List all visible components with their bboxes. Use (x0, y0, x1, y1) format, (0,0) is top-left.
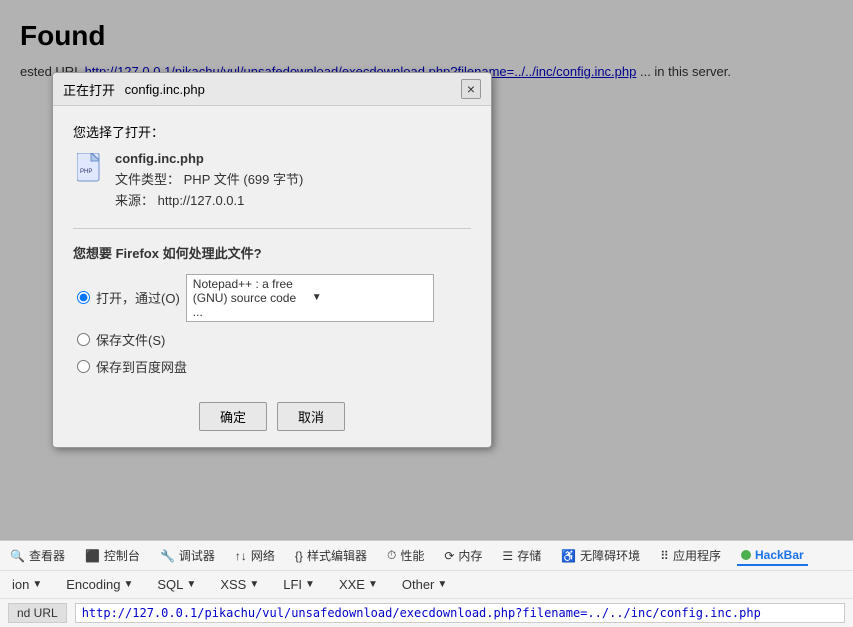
hackbar-sql-label: SQL (157, 577, 183, 592)
network-label: 网络 (251, 547, 275, 564)
file-type-value: PHP 文件 (699 字节) (184, 172, 304, 187)
hackbar-menu-other[interactable]: Other ▼ (398, 575, 451, 594)
accessibility-icon: ♿ (561, 549, 576, 563)
hackbar-menu-lfi[interactable]: LFI ▼ (279, 575, 319, 594)
file-details: config.inc.php 文件类型： PHP 文件 (699 字节) 来源：… (115, 151, 303, 212)
hackbar-label: HackBar (755, 548, 804, 562)
hackbar-xss-label: XSS (220, 577, 246, 592)
debugger-label: 调试器 (179, 547, 215, 564)
devtools-storage[interactable]: ☰ 存储 (498, 545, 545, 566)
lfi-arrow-icon: ▼ (305, 579, 315, 590)
console-label: 控制台 (104, 547, 140, 564)
question-label: 您想要 Firefox 如何处理此文件? (73, 243, 471, 262)
app-dropdown-text: Notepad++ : a free (GNU) source code ... (193, 277, 308, 319)
apps-icon: ⠿ (660, 549, 669, 563)
inspector-icon: 🔍 (10, 549, 25, 563)
accessibility-label: 无障碍环境 (580, 547, 640, 564)
style-editor-icon: {} (295, 549, 303, 563)
file-meta: 文件类型： PHP 文件 (699 字节) 来源： http://127.0.0… (115, 170, 303, 212)
console-icon: ⬛ (85, 549, 100, 563)
hackbar-encoding-label: Encoding (66, 577, 120, 592)
dialog-footer: 确定 取消 (53, 392, 491, 447)
hackbar-other-label: Other (402, 577, 435, 592)
devtools-inspector[interactable]: 🔍 查看器 (6, 545, 69, 566)
dialog-title: 正在打开 config.inc.php (63, 80, 205, 99)
section-label: 您选择了打开： (73, 122, 471, 141)
file-type-label: 文件类型： (115, 172, 180, 187)
storage-label: 存储 (517, 547, 541, 564)
devtools-console[interactable]: ⬛ 控制台 (81, 545, 144, 566)
dialog-title-filename: config.inc.php (125, 82, 205, 97)
hackbar-menu-sql[interactable]: SQL ▼ (153, 575, 200, 594)
devtools-apps[interactable]: ⠿ 应用程序 (656, 545, 725, 566)
other-arrow-icon: ▼ (437, 579, 447, 590)
devtools-style-editor[interactable]: {} 样式编辑器 (291, 545, 371, 566)
open-radio[interactable] (77, 291, 90, 304)
divider (73, 228, 471, 229)
devtools-network[interactable]: ↑↓ 网络 (231, 545, 279, 566)
devtools-accessibility[interactable]: ♿ 无障碍环境 (557, 545, 644, 566)
dialog-titlebar: 正在打开 config.inc.php × (53, 73, 491, 106)
file-info-box: PHP config.inc.php 文件类型： PHP 文件 (699 字节)… (73, 151, 471, 212)
storage-icon: ☰ (502, 549, 513, 563)
dialog-body: 您选择了打开： PHP config.inc.php 文件类型： PHP 文件 … (53, 106, 491, 392)
file-source-label: 来源： (115, 193, 154, 208)
app-dropdown[interactable]: Notepad++ : a free (GNU) source code ...… (186, 274, 434, 322)
inspector-label: 查看器 (29, 547, 65, 564)
hackbar-menu-bar: ion ▼ Encoding ▼ SQL ▼ XSS ▼ LFI ▼ XXE ▼… (0, 571, 853, 599)
devtools-hackbar[interactable]: HackBar (737, 546, 808, 566)
save-file-option: 保存文件(S) (77, 330, 471, 349)
open-label[interactable]: 打开，通过(O) (96, 288, 180, 307)
dialog-title-prefix: 正在打开 (63, 80, 119, 99)
url-bar-row: nd URL (0, 599, 853, 627)
network-icon: ↑↓ (235, 549, 247, 563)
svg-text:PHP: PHP (80, 169, 92, 175)
load-arrow-icon: ▼ (32, 579, 42, 590)
url-input[interactable] (75, 603, 845, 623)
file-source-value: http://127.0.0.1 (158, 193, 245, 208)
hackbar-dot-icon (741, 550, 751, 560)
hackbar-load-label: ion (12, 577, 29, 592)
performance-label: 性能 (400, 547, 424, 564)
sql-arrow-icon: ▼ (186, 579, 196, 590)
hackbar-menu-encoding[interactable]: Encoding ▼ (62, 575, 137, 594)
file-icon: PHP (77, 153, 105, 185)
hackbar-menu-load[interactable]: ion ▼ (8, 575, 46, 594)
confirm-button[interactable]: 确定 (199, 402, 267, 431)
encoding-arrow-icon: ▼ (123, 579, 133, 590)
dropdown-arrow-icon: ▼ (312, 292, 427, 303)
xxe-arrow-icon: ▼ (368, 579, 378, 590)
hackbar-menu-xxe[interactable]: XXE ▼ (335, 575, 382, 594)
save-baidu-option: 保存到百度网盘 (77, 357, 471, 376)
save-radio[interactable] (77, 333, 90, 346)
style-editor-label: 样式编辑器 (307, 547, 367, 564)
hackbar-lfi-label: LFI (283, 577, 302, 592)
devtools-icons-bar: 🔍 查看器 ⬛ 控制台 🔧 调试器 ↑↓ 网络 {} 样式编辑器 ⏱ 性能 ⟳ … (0, 541, 853, 571)
save-label[interactable]: 保存文件(S) (96, 330, 165, 349)
save-baidu-radio[interactable] (77, 360, 90, 373)
xss-arrow-icon: ▼ (249, 579, 259, 590)
cancel-button[interactable]: 取消 (277, 402, 345, 431)
file-name: config.inc.php (115, 151, 303, 166)
hackbar-xxe-label: XXE (339, 577, 365, 592)
performance-icon: ⏱ (387, 548, 396, 563)
radio-group: 打开，通过(O) Notepad++ : a free (GNU) source… (73, 274, 471, 376)
memory-label: 内存 (458, 547, 482, 564)
close-button[interactable]: × (461, 79, 481, 99)
bottom-devtools: 🔍 查看器 ⬛ 控制台 🔧 调试器 ↑↓ 网络 {} 样式编辑器 ⏱ 性能 ⟳ … (0, 540, 853, 627)
url-label: nd URL (8, 603, 67, 623)
devtools-debugger[interactable]: 🔧 调试器 (156, 545, 219, 566)
open-with-option: 打开，通过(O) Notepad++ : a free (GNU) source… (77, 274, 471, 322)
open-file-dialog: 正在打开 config.inc.php × 您选择了打开： PHP config… (52, 72, 492, 448)
devtools-memory[interactable]: ⟳ 内存 (440, 545, 486, 566)
debugger-icon: 🔧 (160, 549, 175, 563)
save-baidu-label[interactable]: 保存到百度网盘 (96, 357, 187, 376)
devtools-performance[interactable]: ⏱ 性能 (383, 545, 428, 566)
hackbar-menu-xss[interactable]: XSS ▼ (216, 575, 263, 594)
apps-label: 应用程序 (673, 547, 721, 564)
memory-icon: ⟳ (444, 549, 454, 563)
